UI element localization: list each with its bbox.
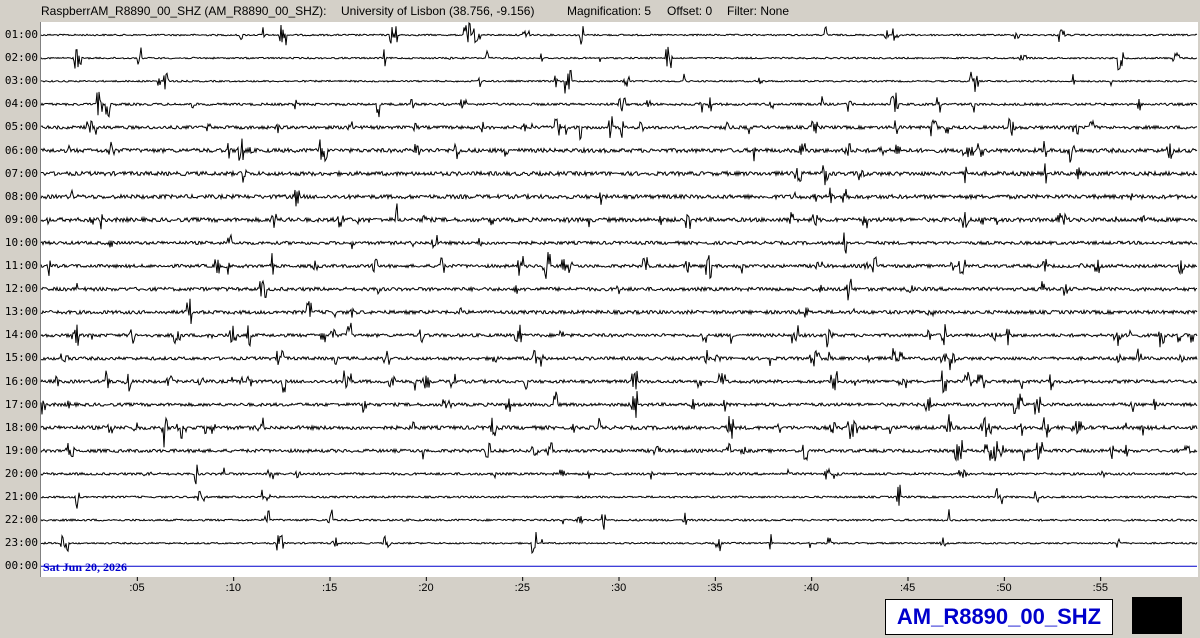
seismic-trace [40,391,1198,418]
station-code-box: AM_R8890_00_SHZ [885,599,1113,635]
seismic-trace [40,414,1198,448]
hour-label: 06:00 [4,143,38,157]
minute-tick-label: :35 [707,582,723,594]
hour-label: 23:00 [4,536,38,550]
hour-label: 14:00 [4,328,38,342]
minute-tick-label: :50 [996,582,1012,594]
seismic-trace [40,322,1198,348]
seismic-trace [40,484,1198,509]
hour-label: 13:00 [4,305,38,319]
seismic-trace [40,138,1198,163]
hour-label: 21:00 [4,490,38,503]
status-indicator [1132,597,1182,634]
minute-tick-label: :15 [322,582,338,594]
seismic-trace [40,187,1198,207]
minute-tick-label: :30 [611,582,627,594]
minute-tick-label: :20 [418,582,434,594]
hour-label: 08:00 [4,189,38,203]
hour-label: 07:00 [4,166,38,180]
seismic-trace [40,46,1198,71]
hour-label: 00:00 [4,559,38,573]
minute-tick-label: :55 [1092,582,1108,594]
seismic-trace [40,69,1198,94]
seismogram-traces [40,22,1198,581]
hour-label: 20:00 [4,466,38,480]
seismic-trace [40,531,1198,555]
seismic-trace [40,464,1198,485]
hour-label: 10:00 [4,235,38,249]
date-label: Sat Jun 20, 2026 [43,560,128,574]
seismic-trace [40,298,1198,324]
hour-label: 09:00 [4,212,38,226]
minute-tick-label: :05 [129,582,145,594]
seismic-trace [40,370,1198,394]
seismic-trace [40,278,1198,301]
hour-label: 18:00 [4,420,38,434]
hour-label: 17:00 [4,397,38,411]
seismic-trace [40,440,1198,462]
hour-label: 02:00 [4,51,38,65]
seismic-trace [40,116,1198,141]
minute-tick-label: :40 [803,582,819,594]
hour-label: 16:00 [4,374,38,388]
seismic-trace [40,232,1198,254]
seismic-trace [40,163,1198,186]
hour-label: 11:00 [4,259,38,272]
seismic-trace [40,348,1198,371]
hour-label: 01:00 [4,28,38,41]
hour-label: 22:00 [4,513,38,527]
hour-label: 15:00 [4,351,38,365]
hour-label: 05:00 [4,120,38,134]
seismic-trace [40,91,1198,118]
seismic-trace [40,22,1198,46]
minute-tick-label: :25 [514,582,530,594]
seismic-trace [40,252,1197,280]
seismic-trace [40,509,1198,530]
hour-label: 19:00 [4,443,38,457]
seismic-trace [40,203,1198,230]
hour-label: 03:00 [4,74,38,88]
hour-label: 04:00 [4,97,38,111]
hour-label: 12:00 [4,282,38,296]
minute-tick-label: :45 [900,582,916,594]
minute-tick-label: :10 [225,582,241,594]
